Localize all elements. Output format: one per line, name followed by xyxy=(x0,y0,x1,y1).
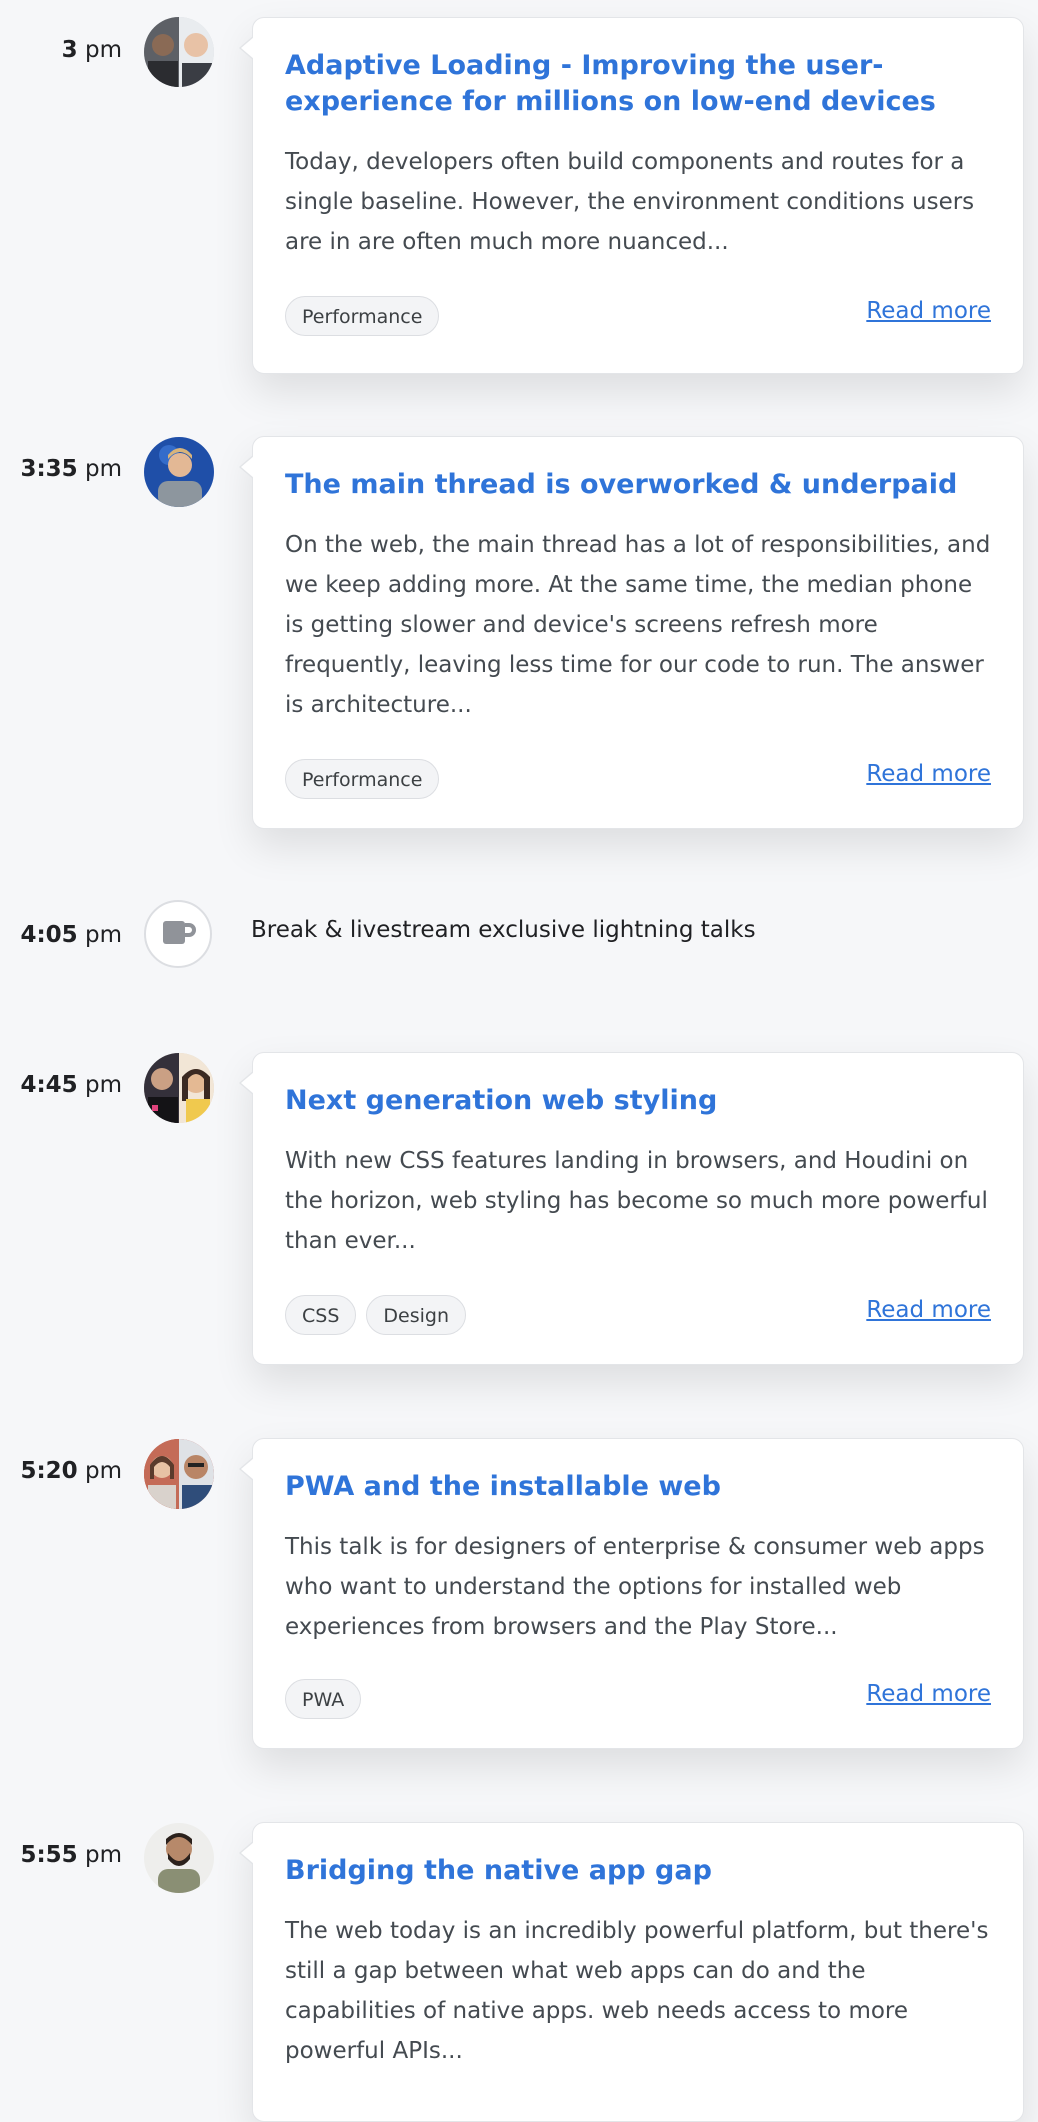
speaker-photo-icon xyxy=(144,437,214,507)
tag-performance[interactable]: Performance xyxy=(285,296,440,336)
tag-performance[interactable]: Performance xyxy=(285,759,440,799)
read-more-link[interactable]: Read more xyxy=(866,1297,991,1323)
session-title[interactable]: Next generation web styling xyxy=(285,1083,995,1119)
read-more-link[interactable]: Read more xyxy=(866,1681,991,1707)
read-more-link[interactable]: Read more xyxy=(866,761,991,787)
session-card: Bridging the native app gap The web toda… xyxy=(239,1822,1024,2122)
session-card: PWA and the installable web This talk is… xyxy=(239,1438,1024,1749)
tag-list: Performance xyxy=(285,759,440,799)
speaker-avatar[interactable] xyxy=(144,437,214,507)
session-time: 3 pm xyxy=(61,37,122,63)
tag-design[interactable]: Design xyxy=(366,1295,466,1335)
tag-list: CSS Design xyxy=(285,1295,466,1335)
speaker-avatar[interactable] xyxy=(144,17,214,87)
card-pointer xyxy=(239,455,254,479)
tag-css[interactable]: CSS xyxy=(285,1295,357,1335)
session-description: The web today is an incredibly powerful … xyxy=(285,1918,989,2064)
card-pointer xyxy=(239,1841,254,1865)
session-description: This talk is for designers of enterprise… xyxy=(285,1534,985,1640)
session-description: Today, developers often build components… xyxy=(285,149,975,255)
speaker-photo-icon xyxy=(144,1053,214,1123)
session-title[interactable]: Bridging the native app gap xyxy=(285,1853,995,1889)
speaker-avatar[interactable] xyxy=(144,1439,214,1509)
session-time: 5:20 pm xyxy=(20,1458,122,1484)
card-pointer xyxy=(239,36,254,60)
session-description: On the web, the main thread has a lot of… xyxy=(285,532,991,718)
session-title[interactable]: Adaptive Loading - Improving the user-ex… xyxy=(285,48,995,120)
session-card: The main thread is overworked & underpai… xyxy=(239,436,1024,829)
session-time: 5:55 pm xyxy=(20,1842,122,1868)
break-label: Break & livestream exclusive lightning t… xyxy=(251,917,756,943)
coffee-cup-icon xyxy=(163,921,196,944)
session-card: Next generation web styling With new CSS… xyxy=(239,1052,1024,1365)
speaker-photo-icon xyxy=(144,1439,214,1509)
session-title[interactable]: The main thread is overworked & underpai… xyxy=(285,467,995,503)
card-pointer xyxy=(239,1071,254,1095)
session-time: 4:45 pm xyxy=(20,1072,122,1098)
speaker-photo-icon xyxy=(144,1823,214,1893)
session-card: Adaptive Loading - Improving the user-ex… xyxy=(239,17,1024,374)
speaker-avatar[interactable] xyxy=(144,1053,214,1123)
break-time: 4:05 pm xyxy=(20,922,122,948)
speaker-photo-icon xyxy=(144,17,214,87)
read-more-link[interactable]: Read more xyxy=(866,298,991,324)
session-time: 3:35 pm xyxy=(20,456,122,482)
coffee-cup-icon xyxy=(144,900,212,968)
tag-list: PWA xyxy=(285,1679,362,1719)
tag-pwa[interactable]: PWA xyxy=(285,1679,362,1719)
session-title[interactable]: PWA and the installable web xyxy=(285,1469,995,1505)
speaker-avatar[interactable] xyxy=(144,1823,214,1893)
session-description: With new CSS features landing in browser… xyxy=(285,1148,988,1254)
tag-list: Performance xyxy=(285,296,440,336)
card-pointer xyxy=(239,1457,254,1481)
